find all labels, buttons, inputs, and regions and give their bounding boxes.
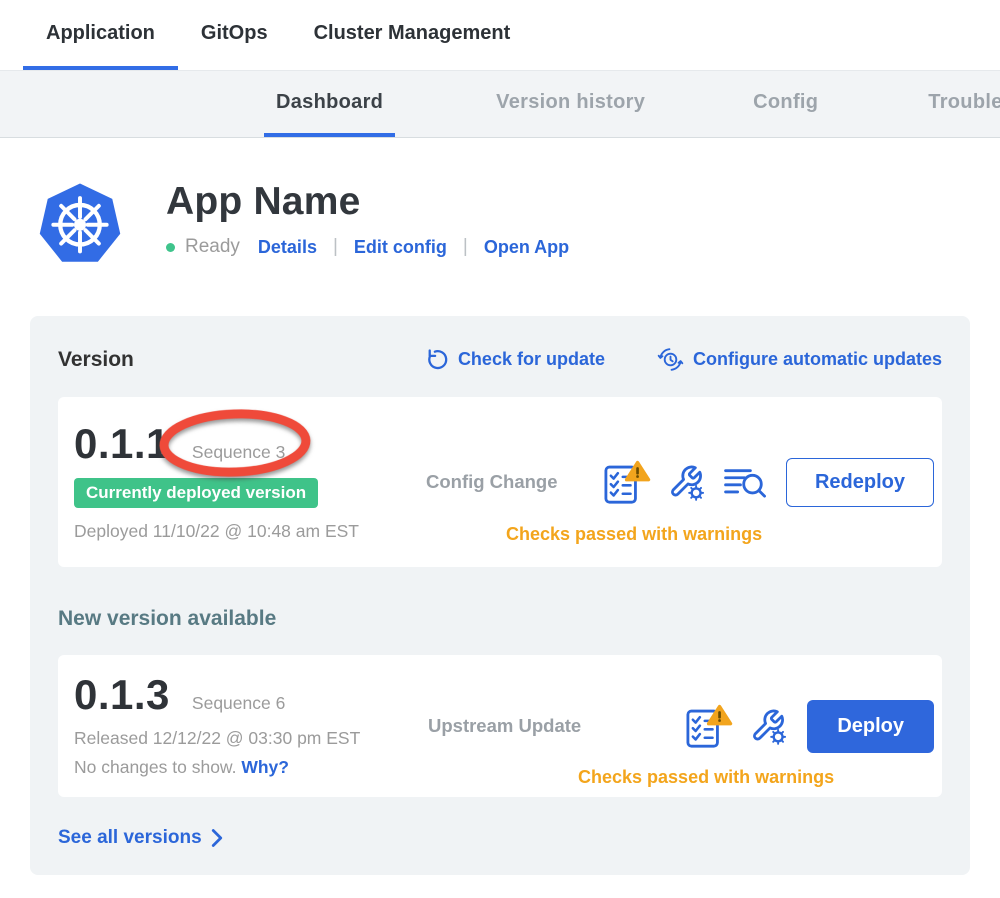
version-panel: Version Check for update (30, 316, 970, 875)
top-navigation: Application GitOps Cluster Management (0, 0, 1000, 70)
topnav-item-cluster-management[interactable]: Cluster Management (291, 0, 534, 70)
configure-auto-updates-link[interactable]: Configure automatic updates (657, 346, 942, 373)
topnav-item-gitops[interactable]: GitOps (178, 0, 291, 70)
page-title: App Name (166, 180, 569, 224)
tab-version-history[interactable]: Version history (484, 71, 657, 137)
configure-auto-updates-label: Configure automatic updates (693, 349, 942, 370)
see-all-versions-label: See all versions (58, 827, 202, 849)
refresh-icon (423, 347, 449, 373)
topnav-item-application[interactable]: Application (23, 0, 178, 70)
available-sequence-label: Sequence 6 (192, 693, 285, 714)
view-diff-search-icon[interactable] (722, 465, 766, 499)
kubernetes-logo-icon (37, 180, 123, 266)
config-wrench-icon[interactable] (668, 464, 705, 501)
tab-dashboard[interactable]: Dashboard (264, 71, 395, 137)
tab-troubleshoot[interactable]: Troubleshoot (916, 71, 1000, 137)
currently-deployed-badge: Currently deployed version (74, 478, 318, 508)
edit-config-link[interactable]: Edit config (354, 237, 447, 258)
see-all-versions-link[interactable]: See all versions (58, 827, 942, 849)
check-for-update-link[interactable]: Check for update (423, 346, 605, 373)
deployed-timestamp: Deployed 11/10/22 @ 10:48 am EST (74, 521, 426, 542)
redeploy-button[interactable]: Redeploy (786, 458, 934, 507)
status-text: Ready (185, 236, 240, 258)
preflight-checks-warning-icon[interactable] (603, 460, 651, 505)
no-changes-line: No changes to show. Why? (74, 757, 428, 778)
separator: | (333, 236, 338, 258)
check-for-update-label: Check for update (458, 349, 605, 370)
details-link[interactable]: Details (258, 237, 317, 258)
open-app-link[interactable]: Open App (484, 237, 569, 258)
auto-update-clock-icon (657, 346, 684, 373)
app-sub-navigation: Dashboard Version history Config Trouble… (0, 70, 1000, 138)
separator: | (463, 236, 468, 258)
current-version-number: 0.1.1 (74, 423, 170, 465)
status-ready-dot (166, 243, 175, 252)
why-link[interactable]: Why? (241, 757, 289, 777)
current-sequence-label: Sequence 3 (192, 442, 285, 463)
current-source-label: Config Change (426, 471, 603, 493)
current-checks-status: Checks passed with warnings (506, 524, 762, 545)
preflight-checks-warning-icon[interactable] (685, 704, 733, 749)
deploy-button[interactable]: Deploy (807, 700, 934, 753)
available-version-number: 0.1.3 (74, 674, 170, 716)
available-version-card: 0.1.3 Sequence 6 Released 12/12/22 @ 03:… (58, 655, 942, 797)
config-wrench-icon[interactable] (750, 708, 787, 745)
current-version-card: 0.1.1 Sequence 3 Currently deployed vers… (58, 397, 942, 567)
tab-config[interactable]: Config (741, 71, 830, 137)
new-version-heading: New version available (58, 607, 942, 631)
version-panel-title: Version (58, 348, 134, 372)
chevron-right-icon (210, 828, 224, 848)
released-timestamp: Released 12/12/22 @ 03:30 pm EST (74, 728, 428, 749)
available-source-label: Upstream Update (428, 715, 606, 737)
no-changes-text: No changes to show. (74, 757, 236, 777)
app-header: App Name Ready Details | Edit config | O… (37, 180, 1000, 266)
available-checks-status: Checks passed with warnings (578, 767, 834, 788)
